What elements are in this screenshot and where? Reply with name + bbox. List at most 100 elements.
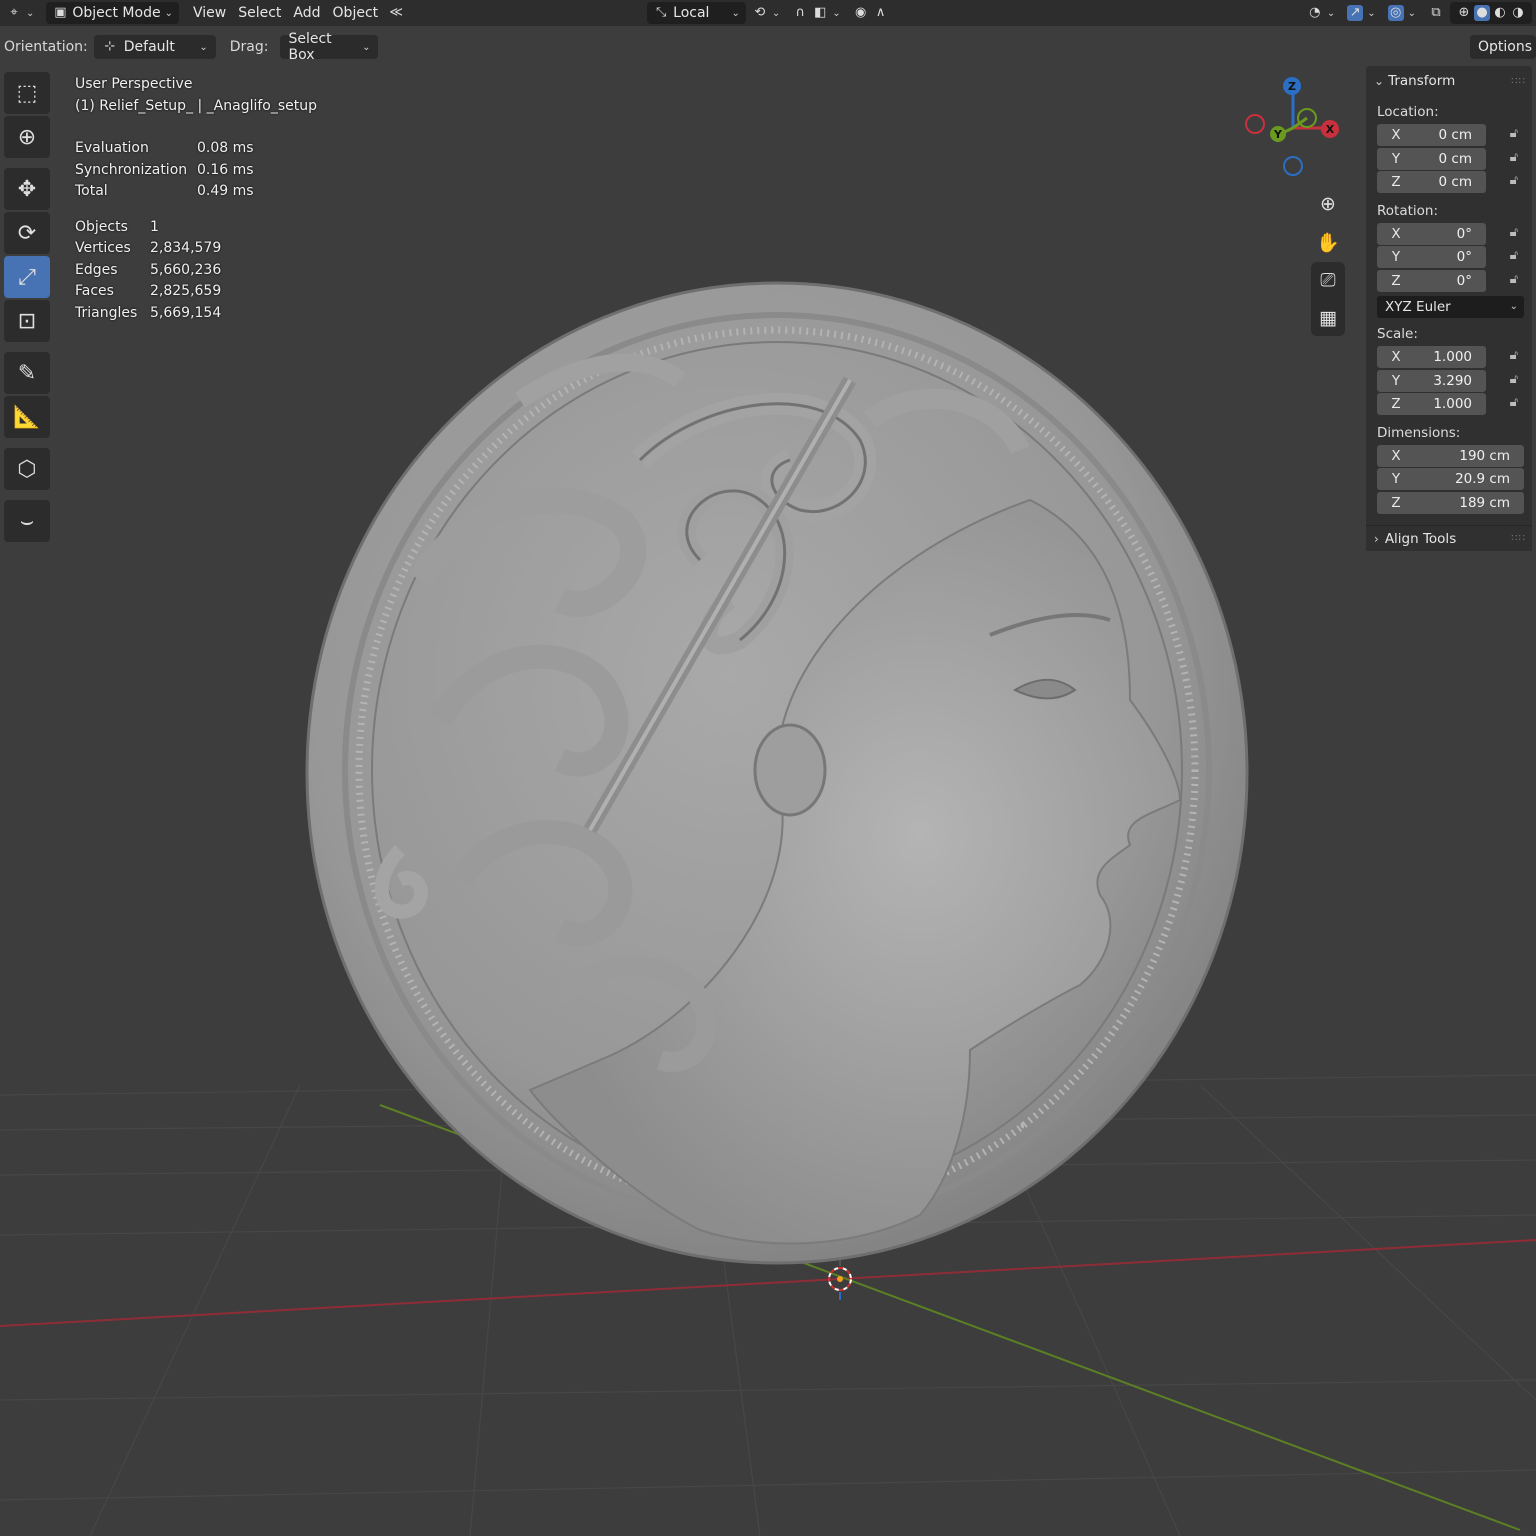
transform-orientation-dropdown[interactable]: ⤡ Local ⌄ — [647, 2, 746, 24]
menu-object[interactable]: Object — [327, 2, 385, 24]
pan-button[interactable]: ✋ — [1311, 224, 1345, 260]
transform-tool[interactable]: ⊡ — [4, 300, 50, 342]
drag-value: Select Box — [288, 31, 332, 63]
rotation-mode-value: XYZ Euler — [1385, 298, 1451, 315]
lock-icon[interactable]: 🔓︎ — [1510, 348, 1518, 363]
chevron-down-icon: ⌄ — [1407, 7, 1416, 19]
rendered-shading-icon[interactable]: ◑ — [1510, 5, 1526, 21]
drag-grip-icon[interactable]: ∷∷ — [1511, 76, 1526, 87]
navigation-gizmo[interactable]: Z Y X — [1235, 70, 1355, 190]
lock-icon[interactable]: 🔓︎ — [1510, 248, 1518, 263]
drag-grip-icon[interactable]: ∷∷ — [1511, 533, 1526, 544]
viewport-stats-overlay: User Perspective (1) Relief_Setup_ | _An… — [75, 74, 317, 324]
perspective-toggle-button[interactable]: ▦ — [1311, 300, 1345, 336]
pivot-point-button[interactable]: ⟲ ⌄ — [746, 2, 786, 24]
rotation-label: Rotation: — [1377, 202, 1439, 219]
material-shading-icon[interactable]: ◐ — [1492, 5, 1508, 21]
drag-dropdown[interactable]: Select Box ⌄ — [280, 31, 379, 63]
eye-icon: ◔ — [1309, 5, 1321, 20]
scale-label: Scale: — [1377, 325, 1418, 342]
lock-icon[interactable]: 🔓︎ — [1510, 395, 1518, 410]
cursor-icon: ⊕ — [17, 124, 37, 150]
editor-type-button[interactable]: ⌖ ⌄ — [0, 2, 40, 24]
gizmo-neg-z-axis[interactable] — [1283, 156, 1303, 176]
curve-icon: ⌣ — [19, 508, 35, 534]
scale-tool[interactable]: ⤢ — [4, 256, 50, 298]
lock-icon[interactable]: 🔓︎ — [1510, 173, 1518, 188]
grease-pencil-icon[interactable]: ≪ — [388, 5, 404, 21]
camera-view-button[interactable]: ⎚ — [1311, 262, 1345, 298]
xray-toggle[interactable]: ⧉ — [1422, 2, 1450, 24]
lock-icon[interactable]: 🔓︎ — [1510, 150, 1518, 165]
snap-button[interactable]: ∩ ◧ ⌄ — [786, 2, 846, 24]
transform-panel-header[interactable]: ⌄ Transform ∷∷ — [1366, 66, 1532, 96]
overlays-toggle[interactable]: ◎ ⌄ — [1382, 2, 1422, 24]
local-orientation-icon: ⤡ — [655, 5, 667, 20]
options-button[interactable]: Options — [1470, 35, 1536, 59]
add-cube-tool[interactable]: ⬡ — [4, 448, 50, 490]
cursor-tool[interactable]: ⊕ — [4, 116, 50, 158]
solid-shading-icon[interactable]: ● — [1474, 5, 1490, 21]
shading-buttons: ⊕ ● ◐ ◑ — [1450, 2, 1532, 24]
location-z-field[interactable]: Z0 cm 🔓︎ — [1377, 171, 1518, 194]
location-x-field[interactable]: X0 cm 🔓︎ — [1377, 124, 1518, 146]
proportional-editing-button[interactable]: ◉ ∧ — [847, 2, 895, 24]
rotation-x-field[interactable]: X 0° 🔓︎ — [1377, 222, 1518, 245]
stat-row: Objects 1 — [75, 218, 159, 235]
align-tools-title: Align Tools — [1384, 530, 1457, 547]
move-icon: ✥ — [17, 176, 37, 202]
select-box-tool[interactable]: ⬚ — [4, 72, 50, 114]
stat-row: Faces 2,825,659 — [75, 283, 222, 299]
scale-x-field[interactable]: X 1.000 🔓︎ — [1377, 345, 1518, 368]
mode-dropdown[interactable]: ▣ Object Mode ⌄ — [46, 2, 179, 24]
rotation-z-field[interactable]: Z 0° 🔓︎ — [1377, 269, 1518, 292]
visibility-button[interactable]: ◔ ⌄ — [1301, 2, 1341, 24]
orientation-dropdown[interactable]: ⊹ Default ⌄ — [93, 35, 216, 59]
annotate-tool[interactable]: ✎ — [4, 352, 50, 394]
gizmo-toggle[interactable]: ↗ ⌄ — [1341, 2, 1381, 24]
measure-tool[interactable]: 📐 — [4, 396, 50, 438]
zoom-button[interactable]: ⊕ — [1311, 186, 1345, 222]
lock-icon[interactable]: 🔓︎ — [1510, 126, 1518, 141]
proportional-edit-icon: ◉ — [854, 5, 867, 20]
chevron-down-icon: ⌄ — [731, 7, 740, 19]
orientation-label: Local — [673, 5, 710, 21]
dimensions-x-field[interactable]: X 190 cm — [1377, 444, 1524, 467]
rotation-mode-dropdown[interactable]: XYZ Euler ⌄ — [1377, 295, 1524, 318]
dimensions-z-field[interactable]: Z 189 cm — [1377, 491, 1524, 514]
chevron-down-icon: ⌄ — [1326, 7, 1336, 19]
menu-select[interactable]: Select — [232, 2, 287, 24]
rotate-tool[interactable]: ⟳ — [4, 212, 50, 254]
options-label: Options — [1478, 39, 1533, 55]
rotation-y-field[interactable]: Y 0° 🔓︎ — [1377, 246, 1518, 269]
menu-view[interactable]: View — [187, 2, 232, 24]
pencil-icon: ✎ — [17, 360, 37, 386]
lock-icon[interactable]: 🔓︎ — [1510, 225, 1518, 240]
scale-y-field[interactable]: Y 3.290 🔓︎ — [1377, 369, 1518, 392]
align-tools-panel-header[interactable]: › Align Tools ∷∷ — [1366, 525, 1532, 551]
lock-icon[interactable]: 🔓︎ — [1510, 372, 1518, 387]
rotate-icon: ⟳ — [17, 220, 37, 246]
location-y-field[interactable]: Y0 cm 🔓︎ — [1377, 147, 1518, 170]
tool-settings-bar: Orientation: ⊹ Default ⌄ Drag: Select Bo… — [0, 31, 1536, 63]
scale-z-field[interactable]: Z 1.000 🔓︎ — [1377, 393, 1518, 416]
mode-label: Object Mode — [72, 5, 161, 21]
menu-add[interactable]: Add — [287, 2, 326, 24]
timing-row: Total 0.49 ms — [75, 183, 254, 199]
location-label: Location: — [1377, 104, 1439, 120]
wireframe-shading-icon[interactable]: ⊕ — [1456, 5, 1472, 21]
curve-tool[interactable]: ⌣ — [4, 500, 50, 542]
gizmo-neg-x-axis[interactable] — [1245, 114, 1265, 134]
tool-shelf: ⬚ ⊕ ✥ ⟳ ⤢ ⊡ ✎ 📐 ⬡ ⌣ — [4, 72, 52, 544]
viewport-header: ⌖ ⌄ ▣ Object Mode ⌄ View Select Add Objec… — [0, 0, 1536, 26]
gizmo-x-axis[interactable]: X — [1321, 120, 1339, 138]
gizmo-y-axis[interactable] — [1297, 108, 1317, 128]
move-tool[interactable]: ✥ — [4, 168, 50, 210]
navigation-buttons: ⊕ ✋ ⎚ ▦ — [1311, 186, 1345, 338]
gizmo-y-label[interactable]: Y — [1270, 126, 1286, 142]
lock-icon[interactable]: 🔓︎ — [1510, 272, 1518, 287]
hand-icon: ✋ — [1316, 231, 1340, 254]
stat-row: Edges 5,660,236 — [75, 261, 222, 278]
dimensions-y-field[interactable]: Y 20.9 cm — [1377, 468, 1524, 491]
gizmo-z-axis[interactable]: Z — [1283, 77, 1301, 95]
